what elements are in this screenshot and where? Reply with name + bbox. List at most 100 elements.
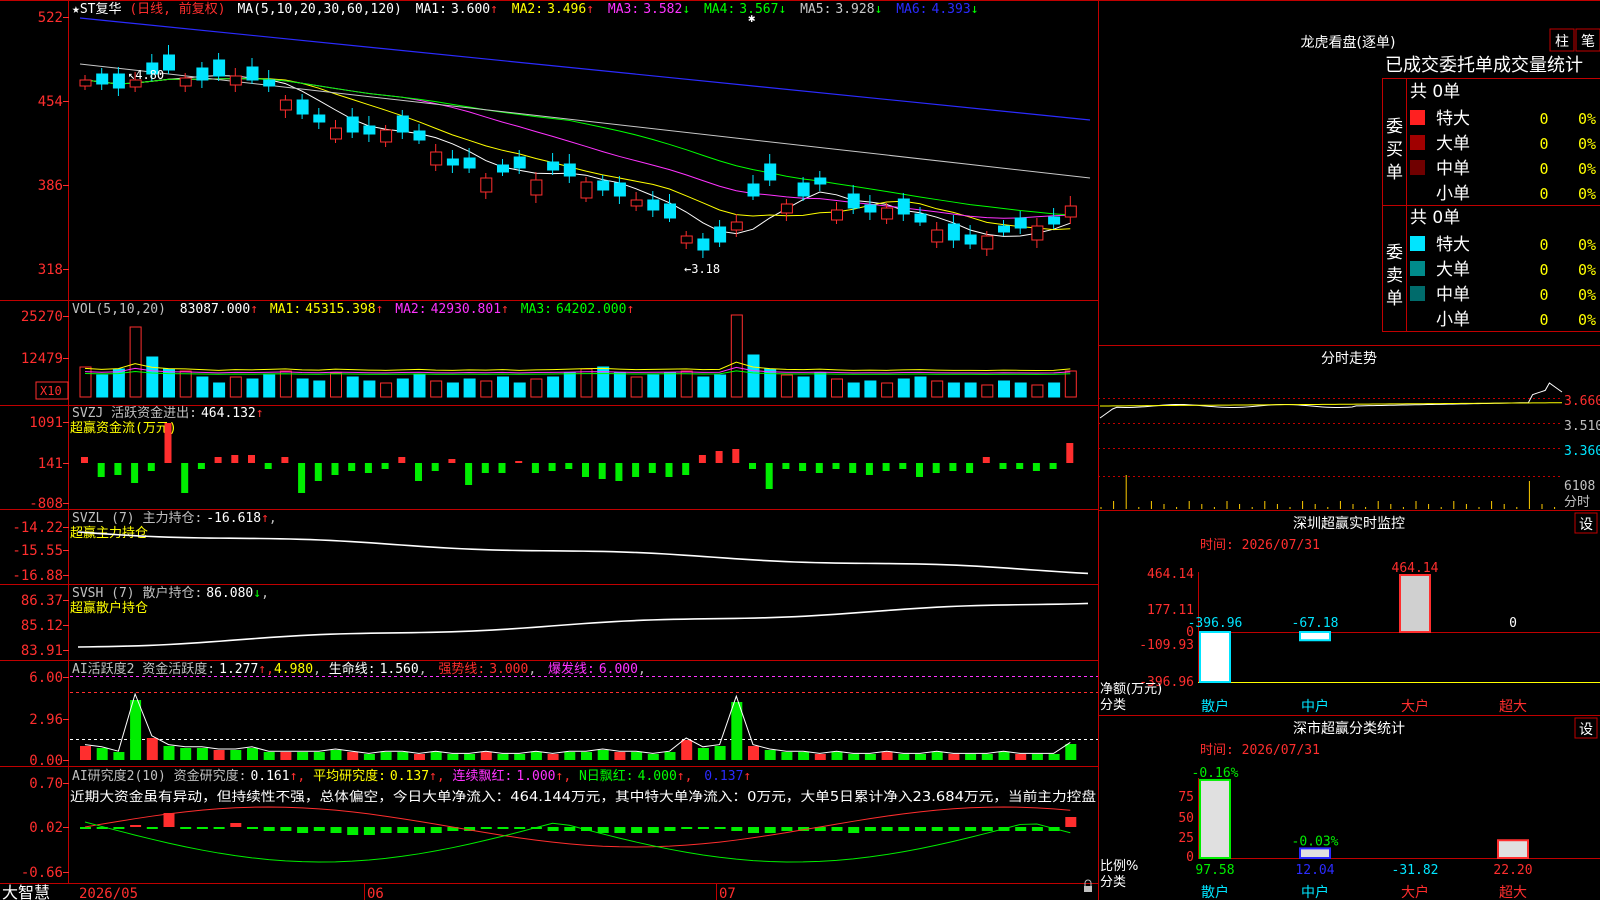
class-stats-panel[interactable]: 深市超赢分类统计 设 时间: 2026/07/31 75 50 25 0 -0.16% 9… [1100,717,1600,900]
class-stats-class-label: 分类 [1100,875,1126,890]
candle[interactable] [497,159,509,176]
ai-research-bar [1031,827,1043,831]
candle[interactable] [831,202,843,224]
candle[interactable] [79,75,92,90]
svzl-line [77,531,1089,575]
candle[interactable] [1014,211,1027,234]
candle[interactable] [96,68,109,90]
candle[interactable] [112,67,125,96]
volume-bar [263,374,276,398]
ai-research-bar [547,827,559,831]
svzj-yticks-0: 1091 [29,415,63,431]
candle[interactable] [213,53,226,81]
ai-activity-bar [714,746,726,760]
ai-research-panel[interactable]: 0.70 0.02 -0.66 AI研究度2(10) 资金研究度: 0.161↑, 平… [21,768,1096,881]
volume-bar [430,380,443,398]
candle[interactable] [747,175,760,200]
candle[interactable] [897,193,910,221]
ai-research-bar [480,827,492,829]
candle[interactable] [263,70,276,92]
candle[interactable] [363,116,376,142]
svzl-panel[interactable]: -14.22 -15.55 -16.88 SVZL (7) 主力持仓: -16.618… [12,511,1089,584]
ai-activity-bar [247,748,258,760]
ai-activity-bar [163,746,175,760]
candle[interactable] [764,154,777,186]
svzj-bar [214,457,222,463]
candle[interactable] [714,220,727,247]
svzj-bar [147,463,155,471]
tab-volume-stats[interactable]: 成交量统计 [1493,55,1583,76]
ai-activity-bar [864,754,876,760]
candle[interactable] [680,231,693,249]
main-yticks-1: 454 [38,94,63,110]
svzj-panel[interactable]: 1091 141 -808 SVZJ 活跃资金进出: 464.132↑ 超赢资金流(万… [29,405,1074,512]
candle[interactable] [780,199,793,221]
candle[interactable] [1048,208,1061,229]
candle[interactable] [931,222,944,248]
ai-activity-panel[interactable]: 6.00 2.96 0.00 AI活跃度2 资金活跃度: 1.277↑,4.980, … [29,661,1098,769]
buy-row-count: 0 [1539,110,1548,128]
candle[interactable] [480,173,493,199]
candle[interactable] [664,194,676,222]
candle[interactable] [229,68,242,92]
sell-row-swatch [1410,236,1425,251]
volume-bar [313,380,326,398]
candle[interactable] [814,171,827,191]
intraday-panel[interactable]: 分时走势 3.660 3.510 3.360 6108 分时 [1098,351,1600,510]
ai-activity-bar [180,748,192,760]
candle[interactable] [413,124,426,144]
candle[interactable] [446,150,459,173]
candle[interactable] [430,144,443,171]
monitor-bar-0 [1199,631,1231,683]
candle[interactable] [279,95,292,118]
volume-panel[interactable]: 25270 12479 X10 VOL(5,10,20) 83087.000↑ M… [21,302,1077,400]
svzj-bars [81,423,1074,493]
candle[interactable] [697,233,710,258]
class-bar-pct-0: -0.16% [1192,766,1239,781]
svzj-bar [1049,463,1057,469]
svzj-bar [682,463,690,475]
volume-bar [998,380,1010,398]
volume-bar [981,384,994,398]
candle[interactable] [547,153,560,175]
candle[interactable] [613,176,626,204]
candle[interactable] [1031,218,1044,248]
stock-chart-window[interactable]: 522 454 386 318 ★ST复华 (日线, 前复权) MA(5,10,20,… [0,0,1600,900]
candle[interactable] [463,148,476,173]
svzj-bar [749,463,756,469]
class-bar-value-0: 97.58 [1195,863,1234,878]
intraday-tick-high: 3.660 [1564,394,1600,409]
candle[interactable] [864,195,877,220]
vol-ma2-line [84,366,1071,374]
candle[interactable] [580,177,593,202]
candle[interactable] [296,94,309,119]
candle[interactable] [313,108,326,129]
realtime-monitor-panel[interactable]: 深圳超赢实时监控 设 时间: 2026/07/31 464.14177.110-… [1100,512,1600,715]
candle[interactable] [998,220,1010,236]
tab-orders[interactable]: 委托单 [1439,55,1493,76]
candle[interactable] [196,62,209,88]
svzj-bar [1032,463,1040,471]
candlesticks[interactable] [79,45,1077,258]
candle[interactable] [530,172,543,203]
main-indicator-header: ★ST复华 (日线, 前复权) MA(5,10,20,30,60,120) MA… [72,1,978,17]
candle[interactable] [346,108,359,138]
svzj-bar [765,463,773,489]
candle[interactable] [563,154,576,183]
candle[interactable] [647,191,660,217]
ai-activity-bar [631,752,643,760]
candle[interactable] [163,45,175,74]
svzj-bar [248,455,255,463]
svsh-panel[interactable]: 86.37 85.12 83.91 SVSH (7) 散户持仓: 86.080↓, 超… [21,585,1089,659]
ai-research-bar [1015,827,1027,831]
candle[interactable] [630,192,643,211]
candle[interactable] [330,120,342,143]
tab-filled[interactable]: 已成交 [1385,55,1439,76]
volume-header: VOL(5,10,20) 83087.000↑ MA1: 45315.398↑ M… [72,302,634,317]
candle[interactable] [246,58,259,84]
candle-panel[interactable]: 522 454 386 318 ★ST复华 (日线, 前复权) MA(5,10,20,… [38,1,1091,278]
dragon-tiger-panel[interactable]: 龙虎看盘(逐单) 柱 笔 已成交 委托单 成交量统计 共 0单委买单特大 0 0%大… [1301,28,1600,330]
candle[interactable] [597,175,610,196]
candle[interactable] [1064,196,1077,224]
candle[interactable] [947,215,960,248]
